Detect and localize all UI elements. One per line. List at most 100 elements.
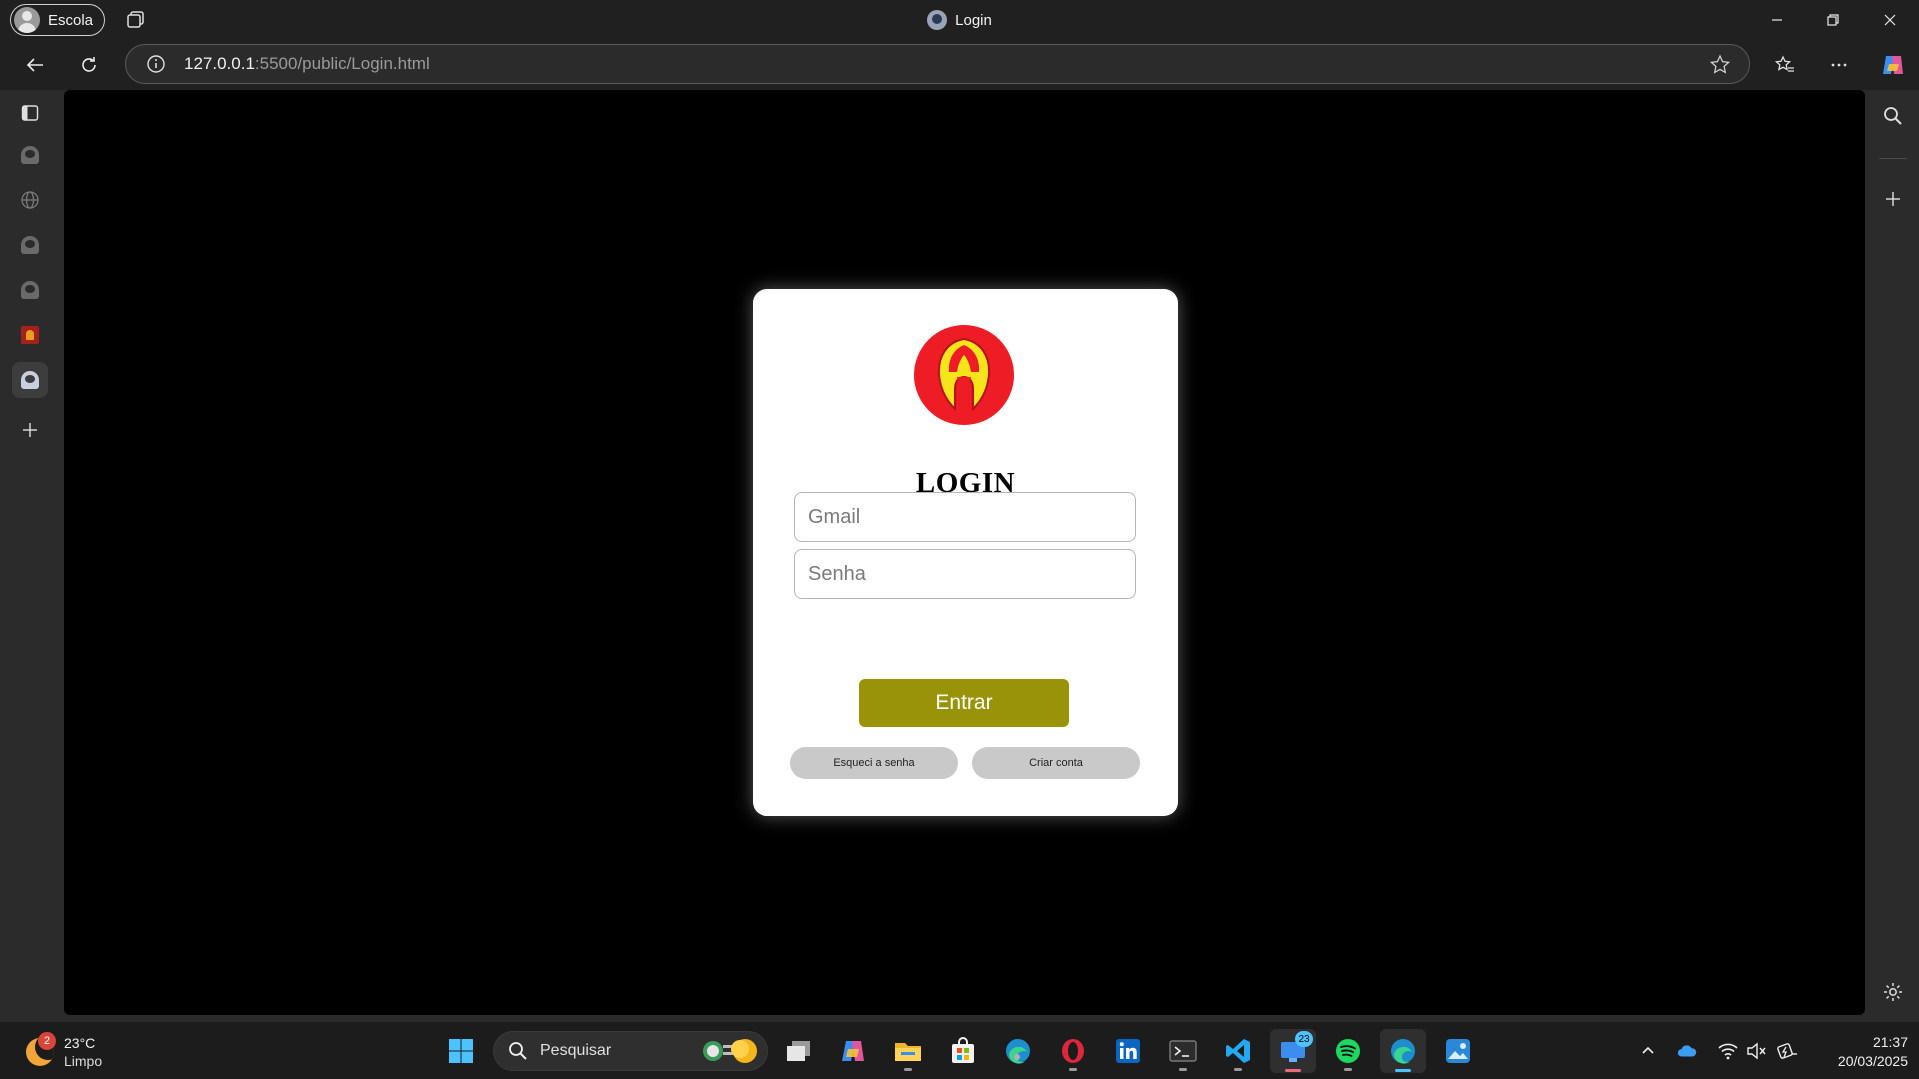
store-app[interactable] <box>940 1029 986 1073</box>
url-text[interactable]: 127.0.0.1:5500/public/Login.html <box>184 54 430 74</box>
search-highlight-icon <box>703 1039 757 1063</box>
profile-label: Escola <box>48 11 94 29</box>
taskbar: 2 23°C Limpo Pesquisar 23 21:37 20/03/20… <box>0 1021 1919 1079</box>
edge-app[interactable] <box>1380 1029 1426 1073</box>
sidebar-add-icon[interactable] <box>1881 187 1905 211</box>
photos-app[interactable] <box>1435 1029 1481 1073</box>
system-clock[interactable]: 21:37 20/03/2025 <box>1808 1033 1908 1071</box>
favorite-star-icon[interactable] <box>1709 54 1731 76</box>
terminal-app[interactable] <box>1160 1029 1206 1073</box>
favicon-icon <box>927 10 948 30</box>
vscode-icon <box>1226 1039 1250 1063</box>
tab-actions-icon[interactable] <box>125 9 147 31</box>
add-icon <box>23 423 37 437</box>
window-title-text: Login <box>955 11 992 29</box>
create-account-button[interactable]: Criar conta <box>972 747 1140 779</box>
app-tile-icon <box>21 326 39 344</box>
avatar <box>14 7 40 33</box>
forgot-password-button[interactable]: Esqueci a senha <box>790 747 958 779</box>
vscode-app[interactable] <box>1215 1029 1261 1073</box>
vertical-tabs-sidebar <box>0 90 62 1021</box>
search-icon <box>509 1042 527 1060</box>
spartan-helmet-logo-icon <box>914 325 1014 425</box>
running-indicator <box>1285 1069 1301 1072</box>
start-button[interactable] <box>438 1029 484 1073</box>
volume-muted-icon[interactable] <box>1745 1040 1767 1062</box>
opera-icon <box>1062 1039 1084 1063</box>
notification-badge: 23 <box>1295 1031 1313 1047</box>
clock-date: 20/03/2025 <box>1837 1053 1908 1069</box>
running-indicator <box>1395 1069 1411 1072</box>
login-card: LOGIN Entrar Esqueci a senha Criar conta <box>753 289 1178 816</box>
taskbar-search[interactable]: Pesquisar <box>493 1031 768 1071</box>
favorites-button[interactable] <box>1768 49 1802 81</box>
globe-icon <box>21 191 39 209</box>
chevron-up-icon[interactable] <box>1637 1040 1659 1062</box>
search-label: Pesquisar <box>540 1042 612 1059</box>
password-field[interactable] <box>794 549 1136 599</box>
wifi-icon[interactable] <box>1717 1040 1739 1062</box>
address-bar[interactable]: 127.0.0.1:5500/public/Login.html <box>125 44 1750 84</box>
file-explorer-app[interactable] <box>885 1029 931 1073</box>
photos-icon <box>1446 1039 1470 1063</box>
spotify-icon <box>1336 1039 1360 1063</box>
sidebar-toggle-icon[interactable] <box>12 95 48 131</box>
running-indicator <box>1344 1068 1352 1071</box>
url-host: 127.0.0.1 <box>184 54 255 73</box>
refresh-button[interactable] <box>72 49 106 81</box>
tab-app[interactable] <box>12 317 48 353</box>
running-indicator <box>904 1068 912 1071</box>
back-button[interactable] <box>18 49 52 81</box>
tab-profile-3[interactable] <box>12 272 48 308</box>
running-indicator <box>1069 1068 1077 1071</box>
url-path: :5500/public/Login.html <box>254 54 430 73</box>
spotify-app[interactable] <box>1325 1029 1371 1073</box>
store-icon <box>952 1037 974 1063</box>
linkedin-app[interactable] <box>1105 1029 1151 1073</box>
tab-profile-2[interactable] <box>12 227 48 263</box>
running-indicator <box>1179 1068 1187 1071</box>
tab-login-active[interactable] <box>12 362 48 398</box>
edge-dev-app[interactable] <box>995 1029 1041 1073</box>
copilot-icon <box>842 1041 864 1061</box>
new-tab-button[interactable] <box>12 412 48 448</box>
tab-profile-1[interactable] <box>12 137 48 173</box>
terminal-icon <box>1169 1040 1197 1062</box>
edge-icon <box>1391 1039 1415 1064</box>
task-view-icon <box>787 1041 810 1061</box>
close-button[interactable] <box>1862 0 1918 40</box>
profile-icon <box>21 146 39 164</box>
weather-temperature: 23°C <box>64 1035 96 1051</box>
sidebar-search-icon[interactable] <box>1881 104 1905 128</box>
weather-badge: 2 <box>38 1032 56 1050</box>
edge-sidebar <box>1867 90 1919 1021</box>
clock-time: 21:37 <box>1872 1034 1908 1050</box>
edge-dev-icon <box>1006 1039 1030 1064</box>
weather-widget[interactable]: 2 23°C Limpo <box>24 1032 144 1072</box>
battery-icon[interactable] <box>1776 1040 1798 1062</box>
profile-button[interactable]: Escola <box>10 4 105 36</box>
copilot-button[interactable] <box>1876 49 1910 81</box>
login-button[interactable]: Entrar <box>859 679 1069 727</box>
profile-icon <box>21 236 39 254</box>
opera-app[interactable] <box>1050 1029 1096 1073</box>
file-explorer-icon <box>895 1043 921 1061</box>
email-field[interactable] <box>794 492 1136 542</box>
onedrive-icon[interactable] <box>1676 1040 1698 1062</box>
window-title: Login <box>0 0 1919 40</box>
page-viewport: LOGIN Entrar Esqueci a senha Criar conta <box>64 90 1865 1015</box>
restore-button[interactable] <box>1805 0 1861 40</box>
more-options-button[interactable] <box>1822 49 1856 81</box>
running-indicator <box>1234 1068 1242 1071</box>
active-profile-icon <box>21 371 39 389</box>
task-view-button[interactable] <box>775 1029 821 1073</box>
linkedin-icon <box>1116 1039 1140 1063</box>
sidebar-divider <box>1879 158 1907 159</box>
remote-desktop-app[interactable]: 23 <box>1270 1029 1316 1073</box>
copilot-app[interactable] <box>830 1029 876 1073</box>
tab-web[interactable] <box>12 182 48 218</box>
site-info-icon[interactable] <box>146 54 166 74</box>
minimize-button[interactable] <box>1749 0 1805 40</box>
sidebar-settings-icon[interactable] <box>1881 980 1905 1004</box>
title-bar: Escola Login <box>0 0 1919 40</box>
